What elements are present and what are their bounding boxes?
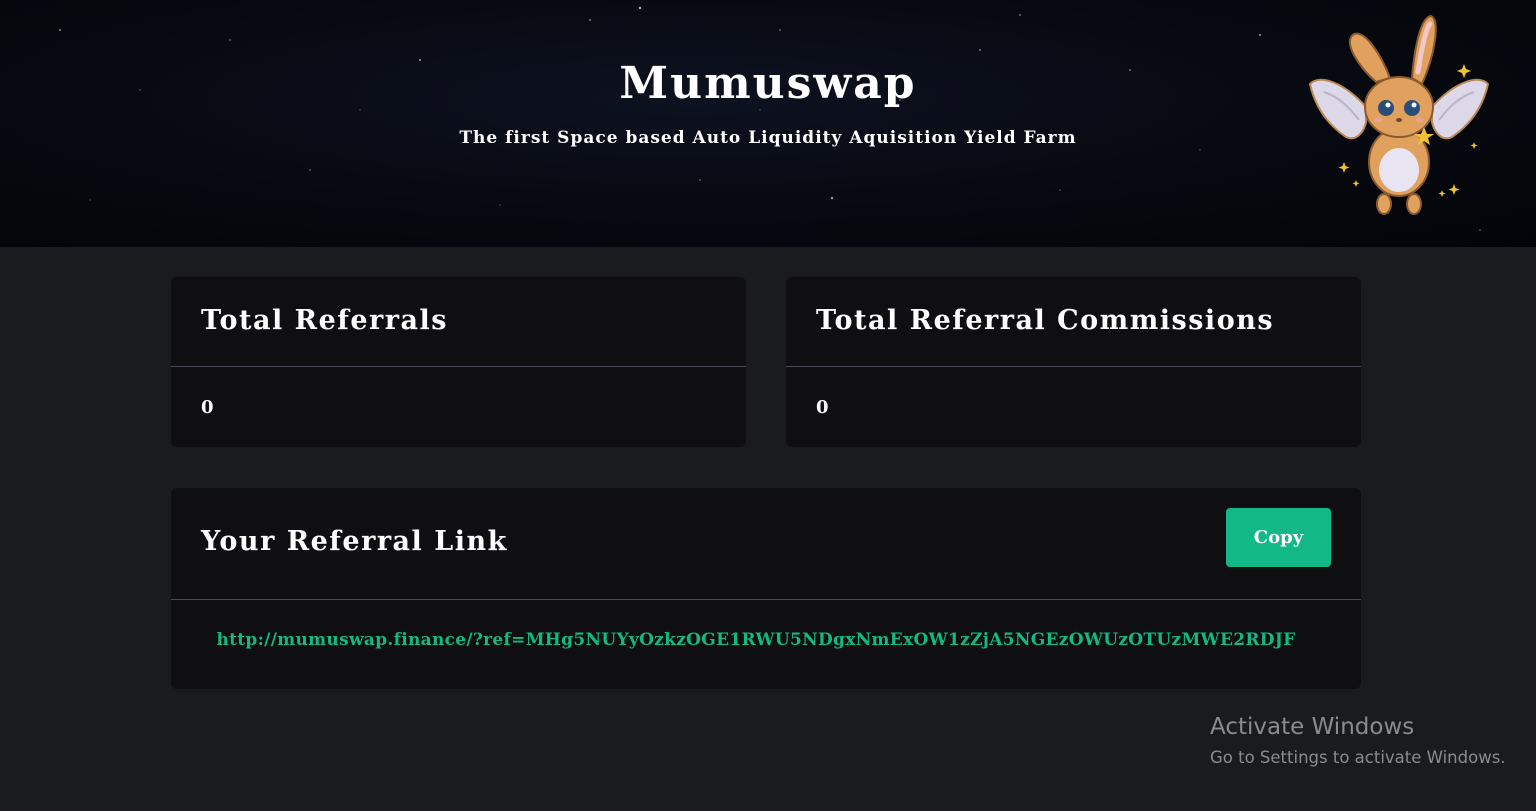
referral-link-card: Your Referral Link Copy http://mumuswap.… (171, 488, 1361, 689)
total-commissions-card: Total Referral Commissions 0 (786, 277, 1361, 447)
watermark-title: Activate Windows (1210, 714, 1415, 740)
watermark-subtitle: Go to Settings to activate Windows. (1210, 748, 1506, 767)
referral-link-title: Your Referral Link (201, 526, 508, 557)
card-header: Your Referral Link Copy (171, 488, 1361, 600)
card-header: Total Referrals (171, 277, 746, 367)
total-commissions-label: Total Referral Commissions (816, 305, 1275, 336)
total-referrals-label: Total Referrals (201, 305, 448, 336)
winged-bunny-mascot-icon (1308, 14, 1490, 215)
activate-windows-watermark: Activate Windows Go to Settings to activ… (1210, 714, 1506, 767)
hero-banner: Mumuswap The first Space based Auto Liqu… (0, 0, 1536, 247)
card-header: Total Referral Commissions (786, 277, 1361, 367)
referral-link-text[interactable]: http://mumuswap.finance/?ref=MHg5NUYyOzk… (171, 630, 1341, 650)
total-commissions-value: 0 (816, 397, 829, 418)
total-referrals-card: Total Referrals 0 (171, 277, 746, 447)
total-referrals-value: 0 (201, 397, 214, 418)
copy-button[interactable]: Copy (1226, 508, 1331, 567)
